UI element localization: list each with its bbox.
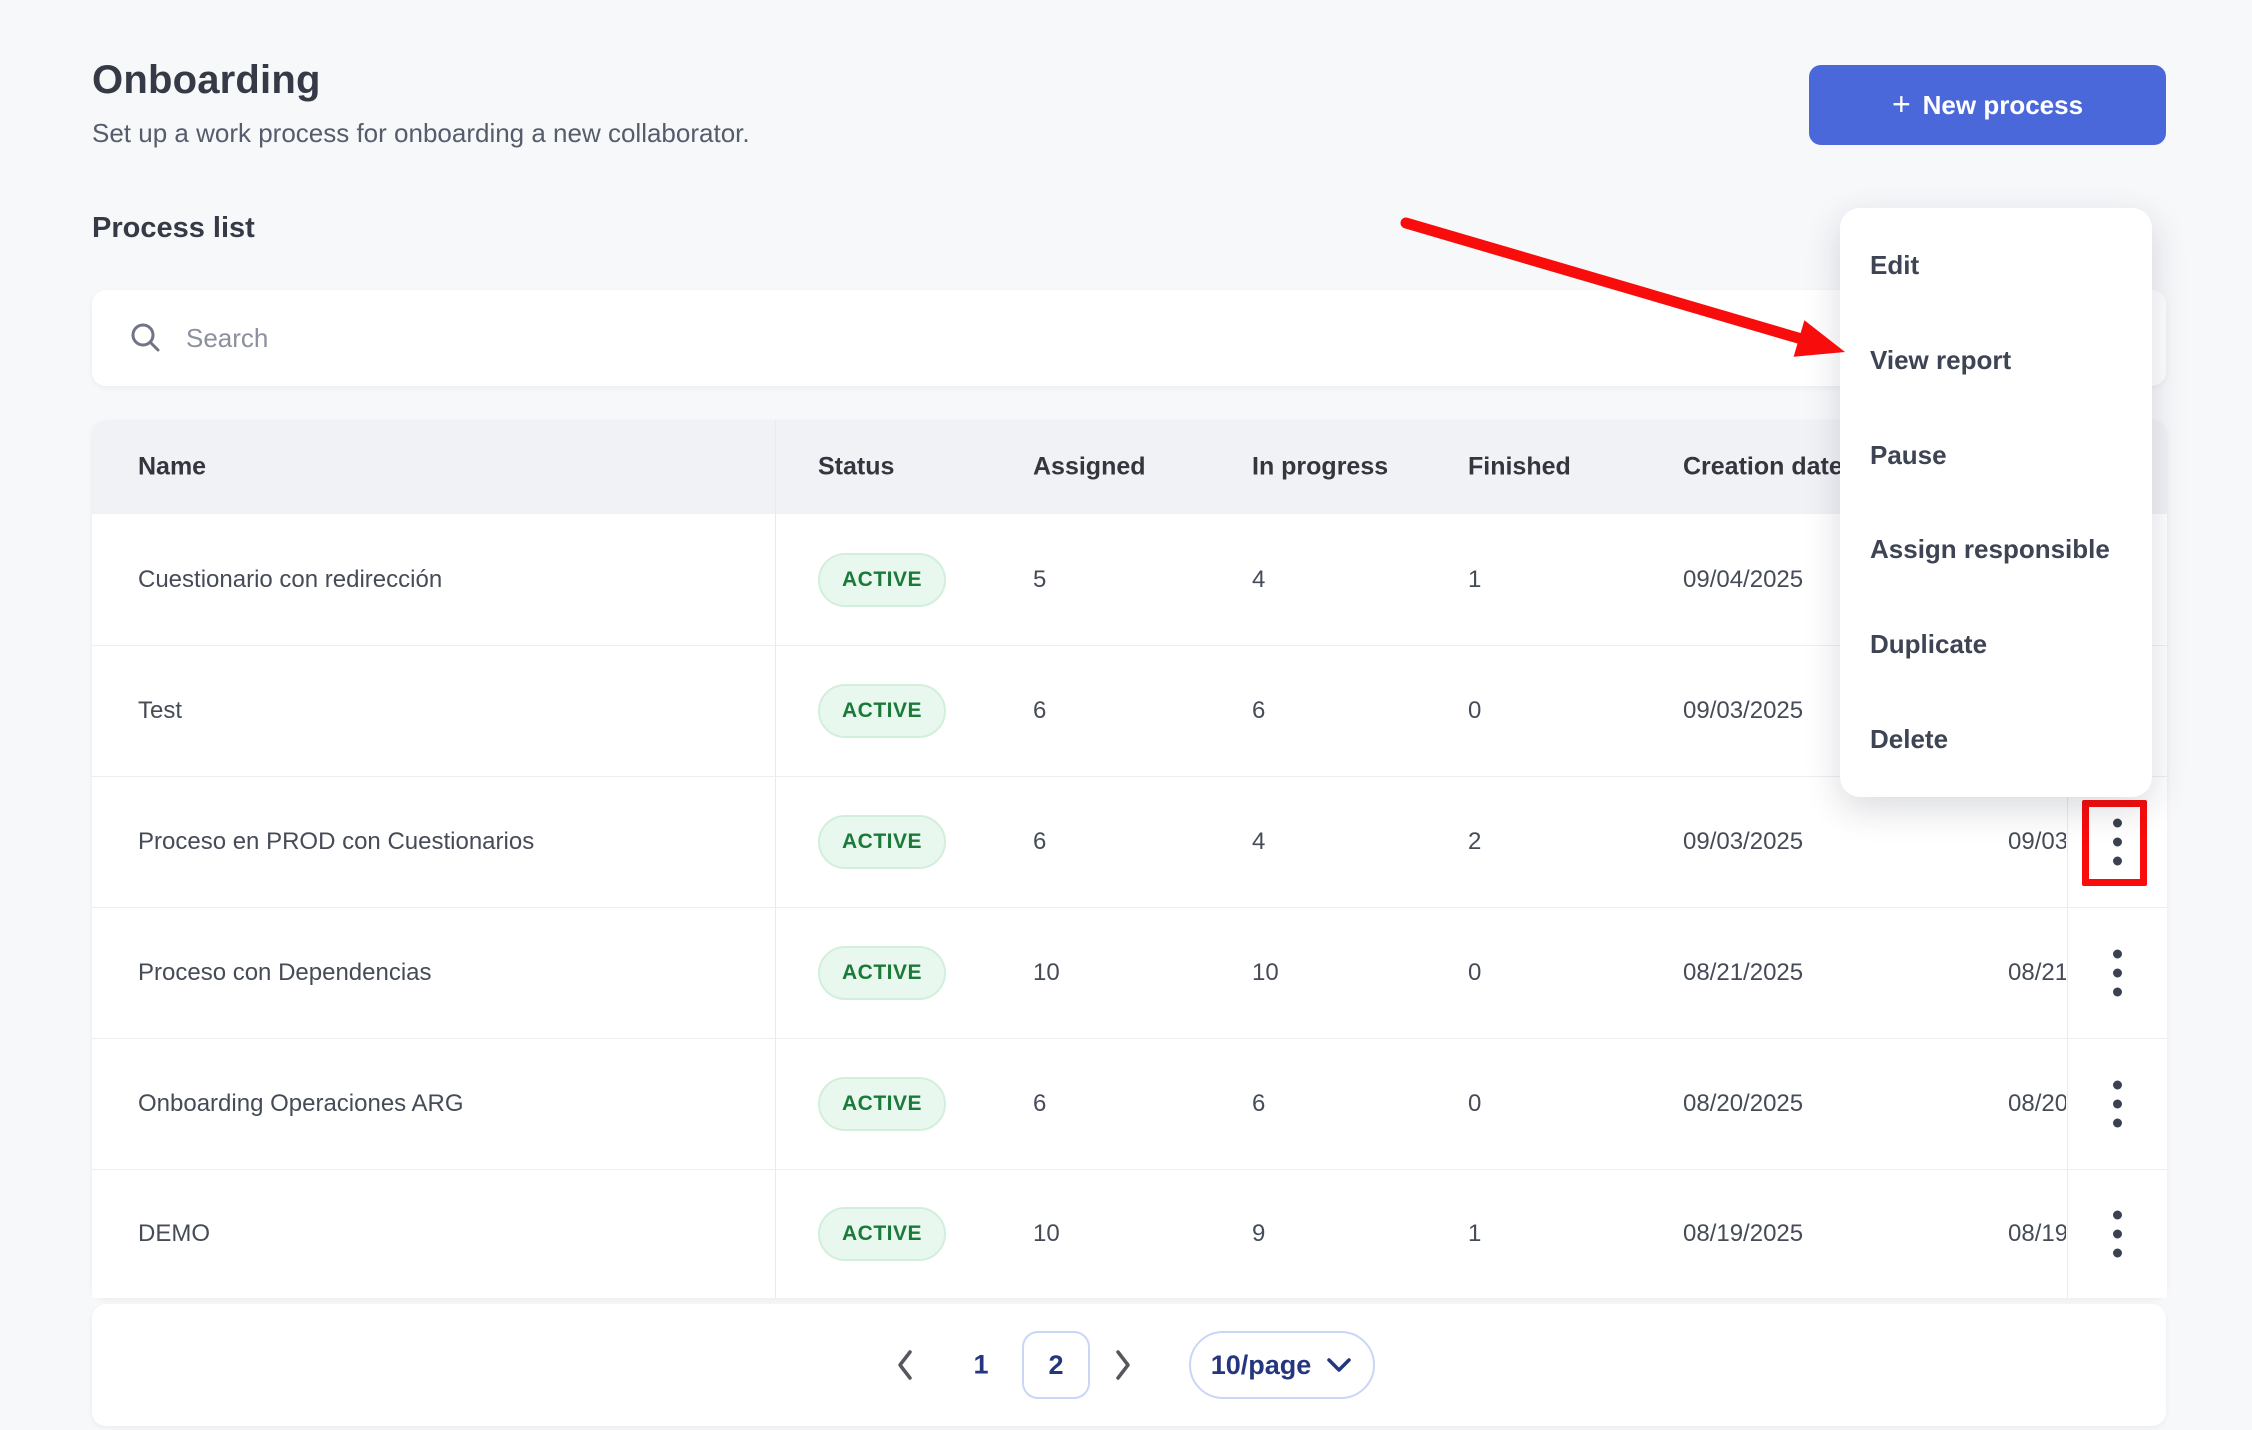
next-page-button[interactable] xyxy=(1110,1347,1134,1383)
creation-date: 09/03/2025 xyxy=(1683,697,1803,725)
page-1-button[interactable]: 1 xyxy=(973,1350,988,1381)
creation-date: 08/20/2025 xyxy=(1683,1090,1803,1118)
in-progress-count: 6 xyxy=(1252,1090,1265,1118)
annotation-highlight-box xyxy=(2082,800,2147,886)
process-name: Cuestionario con redirección xyxy=(138,566,442,594)
page-2-button-current[interactable]: 2 xyxy=(1022,1331,1090,1399)
finished-count: 0 xyxy=(1468,697,1481,725)
col-header-status: Status xyxy=(818,453,894,482)
finished-count: 1 xyxy=(1468,566,1481,594)
finished-count: 0 xyxy=(1468,1090,1481,1118)
plus-icon: + xyxy=(1892,88,1911,120)
table-row: DEMO ACTIVE 10 9 1 08/19/2025 08/19 xyxy=(92,1169,2167,1298)
creation-date: 09/04/2025 xyxy=(1683,566,1803,594)
secondary-date: 08/20 xyxy=(2008,1090,2066,1118)
column-divider xyxy=(775,420,776,1298)
status-badge: ACTIVE xyxy=(818,684,946,738)
row-actions-kebab-button[interactable] xyxy=(2075,1201,2159,1268)
in-progress-count: 6 xyxy=(1252,697,1265,725)
row-actions-kebab-button[interactable] xyxy=(2075,940,2159,1007)
section-title: Process list xyxy=(92,212,255,245)
chevron-left-icon xyxy=(894,1347,918,1383)
creation-date: 08/19/2025 xyxy=(1683,1220,1803,1248)
secondary-date: 08/21 xyxy=(2008,959,2066,987)
creation-date: 08/21/2025 xyxy=(1683,959,1803,987)
row-actions-menu: Edit View report Pause Assign responsibl… xyxy=(1840,208,2152,797)
search-icon xyxy=(128,320,164,356)
menu-item-pause[interactable]: Pause xyxy=(1840,408,2152,503)
creation-date: 09/03/2025 xyxy=(1683,828,1803,856)
assigned-count: 10 xyxy=(1033,1220,1060,1248)
col-header-name: Name xyxy=(138,453,206,482)
menu-item-duplicate[interactable]: Duplicate xyxy=(1840,597,2152,692)
process-name: Proceso en PROD con Cuestionarios xyxy=(138,828,534,856)
status-badge: ACTIVE xyxy=(818,815,946,869)
process-name: DEMO xyxy=(138,1220,210,1248)
new-process-button[interactable]: + New process xyxy=(1809,65,2166,145)
page-size-label: 10/page xyxy=(1211,1350,1312,1381)
new-process-label: New process xyxy=(1923,90,2083,121)
table-row: Proceso con Dependencias ACTIVE 10 10 0 … xyxy=(92,907,2167,1038)
finished-count: 2 xyxy=(1468,828,1481,856)
in-progress-count: 9 xyxy=(1252,1220,1265,1248)
row-actions-kebab-button[interactable] xyxy=(2075,1071,2159,1138)
chevron-right-icon xyxy=(1110,1347,1134,1383)
table-row: Onboarding Operaciones ARG ACTIVE 6 6 0 … xyxy=(92,1038,2167,1169)
col-header-creation-date: Creation date xyxy=(1683,453,1843,482)
status-badge: ACTIVE xyxy=(818,1207,946,1261)
process-name: Test xyxy=(138,697,182,725)
col-header-assigned: Assigned xyxy=(1033,453,1146,482)
assigned-count: 6 xyxy=(1033,828,1046,856)
page-title: Onboarding xyxy=(92,58,321,103)
in-progress-count: 4 xyxy=(1252,566,1265,594)
process-name: Proceso con Dependencias xyxy=(138,959,432,987)
col-header-finished: Finished xyxy=(1468,453,1571,482)
in-progress-count: 10 xyxy=(1252,959,1279,987)
menu-item-delete[interactable]: Delete xyxy=(1840,692,2152,787)
menu-item-assign-responsible[interactable]: Assign responsible xyxy=(1840,502,2152,597)
onboarding-page: Onboarding Set up a work process for onb… xyxy=(0,0,2252,1430)
secondary-date: 08/19 xyxy=(2008,1220,2066,1248)
secondary-date: 09/03 xyxy=(2008,828,2066,856)
status-badge: ACTIVE xyxy=(818,553,946,607)
page-size-select[interactable]: 10/page xyxy=(1189,1331,1375,1399)
status-badge: ACTIVE xyxy=(818,1077,946,1131)
menu-item-view-report[interactable]: View report xyxy=(1840,313,2152,408)
previous-page-button[interactable] xyxy=(894,1347,918,1383)
status-badge: ACTIVE xyxy=(818,946,946,1000)
finished-count: 1 xyxy=(1468,1220,1481,1248)
chevron-down-icon xyxy=(1325,1356,1353,1374)
process-name: Onboarding Operaciones ARG xyxy=(138,1090,464,1118)
finished-count: 0 xyxy=(1468,959,1481,987)
col-header-in-progress: In progress xyxy=(1252,453,1388,482)
in-progress-count: 4 xyxy=(1252,828,1265,856)
page-subtitle: Set up a work process for onboarding a n… xyxy=(92,118,750,149)
assigned-count: 10 xyxy=(1033,959,1060,987)
assigned-count: 6 xyxy=(1033,697,1046,725)
assigned-count: 5 xyxy=(1033,566,1046,594)
menu-item-edit[interactable]: Edit xyxy=(1840,218,2152,313)
assigned-count: 6 xyxy=(1033,1090,1046,1118)
pagination-bar: 1 2 10/page xyxy=(92,1304,2166,1426)
